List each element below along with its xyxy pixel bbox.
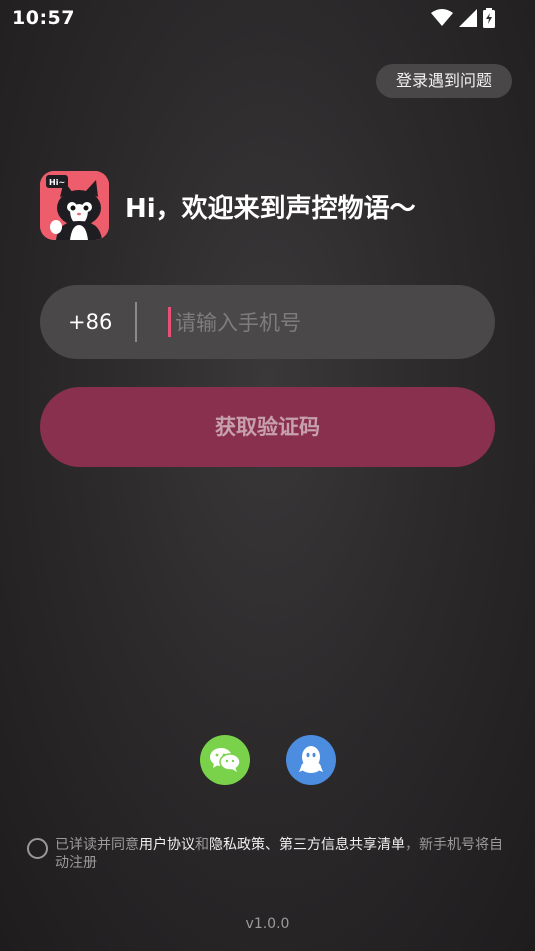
agreement-separator: 、 bbox=[265, 837, 279, 853]
agreement-and: 和 bbox=[195, 837, 209, 853]
login-help-button[interactable]: 登录遇到问题 bbox=[375, 64, 512, 98]
phone-number-input[interactable] bbox=[173, 285, 477, 361]
divider bbox=[135, 302, 137, 342]
wifi-icon bbox=[431, 9, 453, 26]
agreement-checkbox[interactable] bbox=[27, 838, 48, 859]
user-agreement-link[interactable]: 用户协议 bbox=[139, 837, 195, 853]
logo-badge-text: Hi~ bbox=[49, 178, 65, 187]
status-bar: 10:57 bbox=[0, 0, 535, 36]
third-party-sharing-link[interactable]: 第三方信息共享清单 bbox=[279, 837, 405, 853]
app-logo: Hi~ bbox=[40, 171, 109, 240]
wechat-login-button[interactable] bbox=[200, 735, 250, 785]
phone-input-row: +86 bbox=[40, 285, 495, 361]
status-icons bbox=[431, 8, 495, 28]
qq-icon bbox=[299, 746, 323, 773]
get-verification-code-button[interactable]: 获取验证码 bbox=[40, 387, 495, 467]
agreement-text: 已详读并同意用户协议和隐私政策、第三方信息共享清单，新手机号将自动注册 bbox=[55, 836, 515, 872]
app-version: v1.0.0 bbox=[245, 916, 290, 932]
signal-icon bbox=[459, 9, 477, 27]
welcome-title: Hi，欢迎来到声控物语～ bbox=[125, 194, 416, 224]
wechat-icon bbox=[210, 748, 241, 772]
country-code-selector[interactable]: +86 bbox=[68, 285, 112, 359]
status-time: 10:57 bbox=[12, 7, 75, 29]
agreement-prefix: 已详读并同意 bbox=[55, 837, 139, 853]
qq-login-button[interactable] bbox=[286, 735, 336, 785]
text-cursor bbox=[168, 307, 171, 337]
battery-icon bbox=[483, 8, 495, 28]
privacy-policy-link[interactable]: 隐私政策 bbox=[209, 837, 265, 853]
